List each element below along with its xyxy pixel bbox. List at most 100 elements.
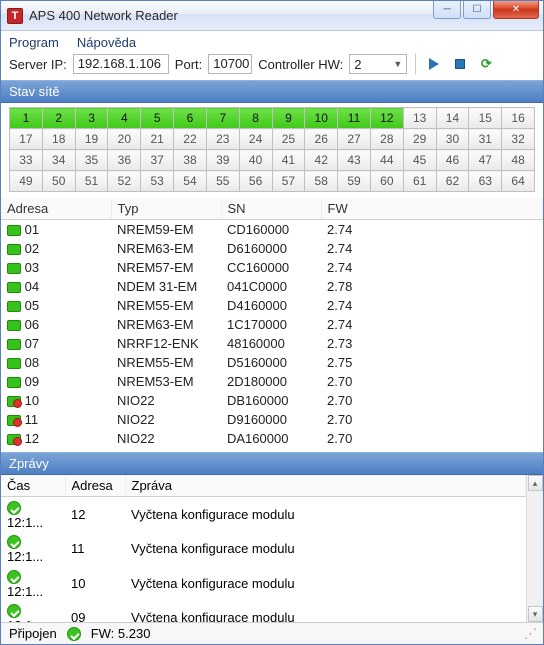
network-cell[interactable]: 49: [10, 171, 43, 192]
message-row[interactable]: 12:1...11Vyčtena konfigurace modulu: [1, 532, 526, 567]
network-cell[interactable]: 19: [75, 129, 108, 150]
network-cell[interactable]: 1: [10, 108, 43, 129]
network-cell[interactable]: 21: [141, 129, 174, 150]
device-row[interactable]: 11NIO22D91600002.70: [1, 410, 543, 429]
network-cell[interactable]: 36: [108, 150, 141, 171]
network-cell[interactable]: 47: [469, 150, 502, 171]
menu-program[interactable]: Program: [9, 35, 59, 50]
network-cell[interactable]: 7: [206, 108, 239, 129]
network-cell[interactable]: 62: [436, 171, 469, 192]
network-cell[interactable]: 14: [436, 108, 469, 129]
network-cell[interactable]: 38: [174, 150, 207, 171]
device-row[interactable]: 02NREM63-EMD61600002.74: [1, 239, 543, 258]
network-cell[interactable]: 48: [502, 150, 535, 171]
device-row[interactable]: 09NREM53-EM2D1800002.70: [1, 372, 543, 391]
refresh-button[interactable]: ⟳: [476, 54, 496, 74]
col-fw[interactable]: FW: [321, 198, 543, 220]
network-cell[interactable]: 63: [469, 171, 502, 192]
port-input[interactable]: 10700: [208, 54, 252, 74]
device-row[interactable]: 10NIO22DB1600002.70: [1, 391, 543, 410]
network-cell[interactable]: 27: [338, 129, 371, 150]
network-cell[interactable]: 12: [370, 108, 403, 129]
resize-grip-icon[interactable]: ⋰: [524, 626, 535, 642]
network-cell[interactable]: 44: [370, 150, 403, 171]
network-cell[interactable]: 41: [272, 150, 305, 171]
device-row[interactable]: 04NDEM 31-EM041C00002.78: [1, 277, 543, 296]
device-row[interactable]: 12NIO22DA1600002.70: [1, 429, 543, 448]
network-cell[interactable]: 26: [305, 129, 338, 150]
network-cell[interactable]: 16: [502, 108, 535, 129]
play-button[interactable]: [424, 54, 444, 74]
maximize-button[interactable]: ☐: [463, 1, 491, 19]
network-cell[interactable]: 50: [42, 171, 75, 192]
network-cell[interactable]: 11: [338, 108, 371, 129]
network-cell[interactable]: 23: [206, 129, 239, 150]
device-row[interactable]: 03NREM57-EMCC1600002.74: [1, 258, 543, 277]
msg-col-address[interactable]: Adresa: [65, 475, 125, 497]
network-cell[interactable]: 10: [305, 108, 338, 129]
message-row[interactable]: 12:1...10Vyčtena konfigurace modulu: [1, 566, 526, 601]
network-cell[interactable]: 55: [206, 171, 239, 192]
network-cell[interactable]: 29: [403, 129, 436, 150]
network-cell[interactable]: 45: [403, 150, 436, 171]
controller-hw-select[interactable]: 2 ▼: [349, 54, 407, 74]
network-cell[interactable]: 37: [141, 150, 174, 171]
messages-scrollbar[interactable]: ▴ ▾: [526, 475, 543, 622]
network-cell[interactable]: 39: [206, 150, 239, 171]
network-cell[interactable]: 15: [469, 108, 502, 129]
scroll-up-icon[interactable]: ▴: [528, 475, 543, 491]
network-cell[interactable]: 18: [42, 129, 75, 150]
network-cell[interactable]: 13: [403, 108, 436, 129]
network-cell[interactable]: 35: [75, 150, 108, 171]
network-cell[interactable]: 43: [338, 150, 371, 171]
network-cell[interactable]: 17: [10, 129, 43, 150]
stop-button[interactable]: [450, 54, 470, 74]
msg-col-message[interactable]: Zpráva: [125, 475, 526, 497]
network-cell[interactable]: 61: [403, 171, 436, 192]
network-cell[interactable]: 24: [239, 129, 272, 150]
close-button[interactable]: ✕: [493, 1, 539, 19]
network-cell[interactable]: 64: [502, 171, 535, 192]
device-row[interactable]: 07NRRF12-ENK481600002.73: [1, 334, 543, 353]
network-cell[interactable]: 6: [174, 108, 207, 129]
network-cell[interactable]: 60: [370, 171, 403, 192]
network-cell[interactable]: 8: [239, 108, 272, 129]
message-row[interactable]: 12:1...12Vyčtena konfigurace modulu: [1, 497, 526, 532]
device-row[interactable]: 08NREM55-EMD51600002.75: [1, 353, 543, 372]
network-cell[interactable]: 28: [370, 129, 403, 150]
network-cell[interactable]: 56: [239, 171, 272, 192]
device-row[interactable]: 01NREM59-EMCD1600002.74: [1, 220, 543, 240]
network-cell[interactable]: 31: [469, 129, 502, 150]
network-cell[interactable]: 51: [75, 171, 108, 192]
network-cell[interactable]: 20: [108, 129, 141, 150]
scroll-down-icon[interactable]: ▾: [528, 606, 543, 622]
network-cell[interactable]: 9: [272, 108, 305, 129]
col-sn[interactable]: SN: [221, 198, 321, 220]
network-cell[interactable]: 5: [141, 108, 174, 129]
network-cell[interactable]: 32: [502, 129, 535, 150]
network-cell[interactable]: 3: [75, 108, 108, 129]
network-cell[interactable]: 40: [239, 150, 272, 171]
network-cell[interactable]: 57: [272, 171, 305, 192]
network-cell[interactable]: 30: [436, 129, 469, 150]
network-cell[interactable]: 42: [305, 150, 338, 171]
network-cell[interactable]: 58: [305, 171, 338, 192]
col-type[interactable]: Typ: [111, 198, 221, 220]
menu-help[interactable]: Nápověda: [77, 35, 136, 50]
msg-col-time[interactable]: Čas: [1, 475, 65, 497]
network-cell[interactable]: 4: [108, 108, 141, 129]
network-cell[interactable]: 46: [436, 150, 469, 171]
device-row[interactable]: 06NREM63-EM1C1700002.74: [1, 315, 543, 334]
col-address[interactable]: Adresa: [1, 198, 111, 220]
network-cell[interactable]: 52: [108, 171, 141, 192]
network-cell[interactable]: 2: [42, 108, 75, 129]
device-row[interactable]: 05NREM55-EMD41600002.74: [1, 296, 543, 315]
network-cell[interactable]: 34: [42, 150, 75, 171]
network-cell[interactable]: 25: [272, 129, 305, 150]
minimize-button[interactable]: ─: [433, 1, 461, 19]
network-cell[interactable]: 59: [338, 171, 371, 192]
network-cell[interactable]: 54: [174, 171, 207, 192]
network-cell[interactable]: 33: [10, 150, 43, 171]
network-cell[interactable]: 53: [141, 171, 174, 192]
network-cell[interactable]: 22: [174, 129, 207, 150]
